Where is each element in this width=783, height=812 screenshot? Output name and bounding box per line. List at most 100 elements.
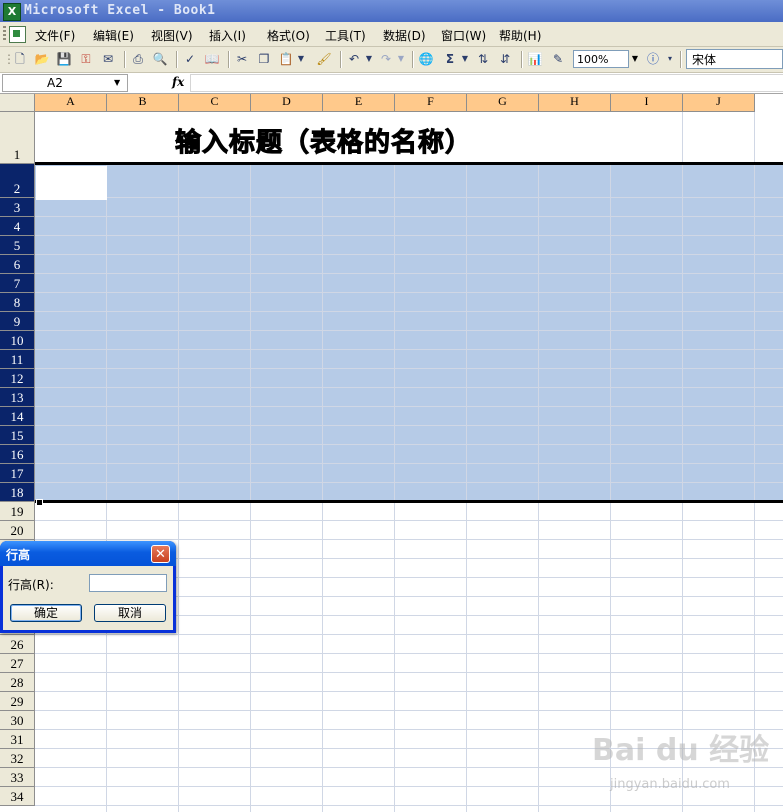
- zoom-combobox[interactable]: 100%: [573, 50, 635, 68]
- undo-dropdown-icon[interactable]: ▼: [364, 51, 374, 67]
- help-icon[interactable]: ⓘ: [645, 51, 661, 67]
- row-header-30[interactable]: 30: [0, 711, 35, 730]
- menu-file[interactable]: 文件(F): [35, 27, 75, 44]
- row-height-input[interactable]: [89, 574, 167, 592]
- toolbar-options-icon[interactable]: ▾: [664, 51, 676, 67]
- formula-input[interactable]: [190, 74, 783, 92]
- hyperlink-icon[interactable]: 🌐: [418, 51, 434, 67]
- column-header-d[interactable]: D: [251, 94, 323, 112]
- column-header-i[interactable]: I: [611, 94, 683, 112]
- chart-wizard-icon[interactable]: 📊: [527, 51, 543, 67]
- row-header-27[interactable]: 27: [0, 654, 35, 673]
- column-header-b[interactable]: B: [107, 94, 179, 112]
- column-header-a[interactable]: A: [35, 94, 107, 112]
- name-box[interactable]: A2: [2, 74, 128, 92]
- active-cell-a2[interactable]: [36, 166, 107, 200]
- row-header-12[interactable]: 12: [0, 369, 35, 388]
- watermark-logo: Bai du 经验 jingyan.baidu.com: [592, 725, 777, 805]
- redo-dropdown-icon[interactable]: ▼: [396, 51, 406, 67]
- save-icon[interactable]: 💾: [56, 51, 72, 67]
- row-header-13[interactable]: 13: [0, 388, 35, 407]
- row-header-11[interactable]: 11: [0, 350, 35, 369]
- permission-icon[interactable]: ⚿: [78, 51, 94, 67]
- row-header-34[interactable]: 34: [0, 787, 35, 806]
- row-header-28[interactable]: 28: [0, 673, 35, 692]
- insert-function-icon[interactable]: fx: [172, 75, 184, 89]
- autosum-dropdown-icon[interactable]: ▼: [460, 51, 470, 67]
- gridline-horizontal: [35, 539, 783, 540]
- email-icon[interactable]: ✉: [100, 51, 116, 67]
- column-header-h[interactable]: H: [539, 94, 611, 112]
- format-painter-icon[interactable]: 🖌: [316, 51, 332, 67]
- select-all-corner[interactable]: [0, 94, 35, 112]
- menu-edit[interactable]: 编辑(E): [93, 27, 134, 44]
- print-icon[interactable]: ⎙: [130, 51, 146, 67]
- window-title-bar: X Microsoft Excel - Book1: [0, 0, 783, 22]
- print-preview-icon[interactable]: 🔍: [152, 51, 168, 67]
- paste-dropdown-icon[interactable]: ▼: [296, 51, 306, 67]
- column-header-g[interactable]: G: [467, 94, 539, 112]
- worksheet-grid[interactable]: A B C D E F G H I J 1 2 3 4 5 6 7 8 9 10 11 12 13 14 15 16 17 18 19 2…: [0, 94, 783, 812]
- row-header-33[interactable]: 33: [0, 768, 35, 787]
- row-header-32[interactable]: 32: [0, 749, 35, 768]
- row-header-16[interactable]: 16: [0, 445, 35, 464]
- redo-icon[interactable]: ↷: [378, 51, 394, 67]
- font-combobox[interactable]: 宋体: [686, 49, 783, 69]
- row-header-6[interactable]: 6: [0, 255, 35, 274]
- row-header-19[interactable]: 19: [0, 502, 35, 521]
- toolbar-grip-icon[interactable]: ⋮: [3, 51, 15, 67]
- row-header-15[interactable]: 15: [0, 426, 35, 445]
- row-header-31[interactable]: 31: [0, 730, 35, 749]
- row-header-1[interactable]: 1: [0, 112, 35, 164]
- menu-data[interactable]: 数据(D): [383, 27, 426, 44]
- row-header-29[interactable]: 29: [0, 692, 35, 711]
- research-icon[interactable]: 📖: [204, 51, 220, 67]
- menu-insert[interactable]: 插入(I): [209, 27, 246, 44]
- column-header-f[interactable]: F: [395, 94, 467, 112]
- menu-tools[interactable]: 工具(T): [325, 27, 366, 44]
- autosum-icon[interactable]: Σ: [442, 51, 458, 67]
- cancel-button[interactable]: 取消: [94, 604, 166, 622]
- undo-icon[interactable]: ↶: [346, 51, 362, 67]
- row-header-8[interactable]: 8: [0, 293, 35, 312]
- fill-handle[interactable]: [36, 499, 43, 506]
- row-header-5[interactable]: 5: [0, 236, 35, 255]
- column-header-j[interactable]: J: [683, 94, 755, 112]
- row-header-20[interactable]: 20: [0, 521, 35, 540]
- open-icon[interactable]: 📂: [34, 51, 50, 67]
- drawing-icon[interactable]: ✎: [550, 51, 566, 67]
- row-header-18[interactable]: 18: [0, 483, 35, 502]
- excel-icon[interactable]: X: [3, 3, 21, 21]
- menu-help[interactable]: 帮助(H): [499, 27, 541, 44]
- row-header-10[interactable]: 10: [0, 331, 35, 350]
- sort-ascending-icon[interactable]: ⇅: [475, 51, 491, 67]
- column-header-e[interactable]: E: [323, 94, 395, 112]
- new-icon[interactable]: 🗋: [12, 51, 28, 67]
- row-header-9[interactable]: 9: [0, 312, 35, 331]
- menu-window[interactable]: 窗口(W): [441, 27, 486, 44]
- zoom-dropdown-icon[interactable]: ▼: [628, 50, 641, 68]
- cut-icon[interactable]: ✂: [234, 51, 250, 67]
- sort-descending-icon[interactable]: ⇵: [497, 51, 513, 67]
- gridline-horizontal: [35, 349, 783, 350]
- ok-button[interactable]: 确定: [10, 604, 82, 622]
- row-header-2[interactable]: 2: [0, 164, 35, 198]
- name-box-dropdown-icon[interactable]: ▼: [114, 78, 120, 87]
- toolbar-separator: [228, 51, 230, 68]
- menu-format[interactable]: 格式(O): [267, 27, 310, 44]
- column-header-c[interactable]: C: [179, 94, 251, 112]
- row-header-14[interactable]: 14: [0, 407, 35, 426]
- row-header-17[interactable]: 17: [0, 464, 35, 483]
- menubar-grip-icon[interactable]: [3, 26, 6, 42]
- paste-icon[interactable]: 📋: [278, 51, 294, 67]
- row-header-26[interactable]: 26: [0, 635, 35, 654]
- row-header-7[interactable]: 7: [0, 274, 35, 293]
- menu-view[interactable]: 视图(V): [151, 27, 193, 44]
- row-header-3[interactable]: 3: [0, 198, 35, 217]
- copy-icon[interactable]: ❐: [256, 51, 272, 67]
- row-header-4[interactable]: 4: [0, 217, 35, 236]
- close-icon[interactable]: ✕: [151, 545, 170, 563]
- workbook-icon[interactable]: [9, 26, 26, 43]
- spelling-icon[interactable]: ✓: [182, 51, 198, 67]
- gridline-horizontal: [35, 444, 783, 445]
